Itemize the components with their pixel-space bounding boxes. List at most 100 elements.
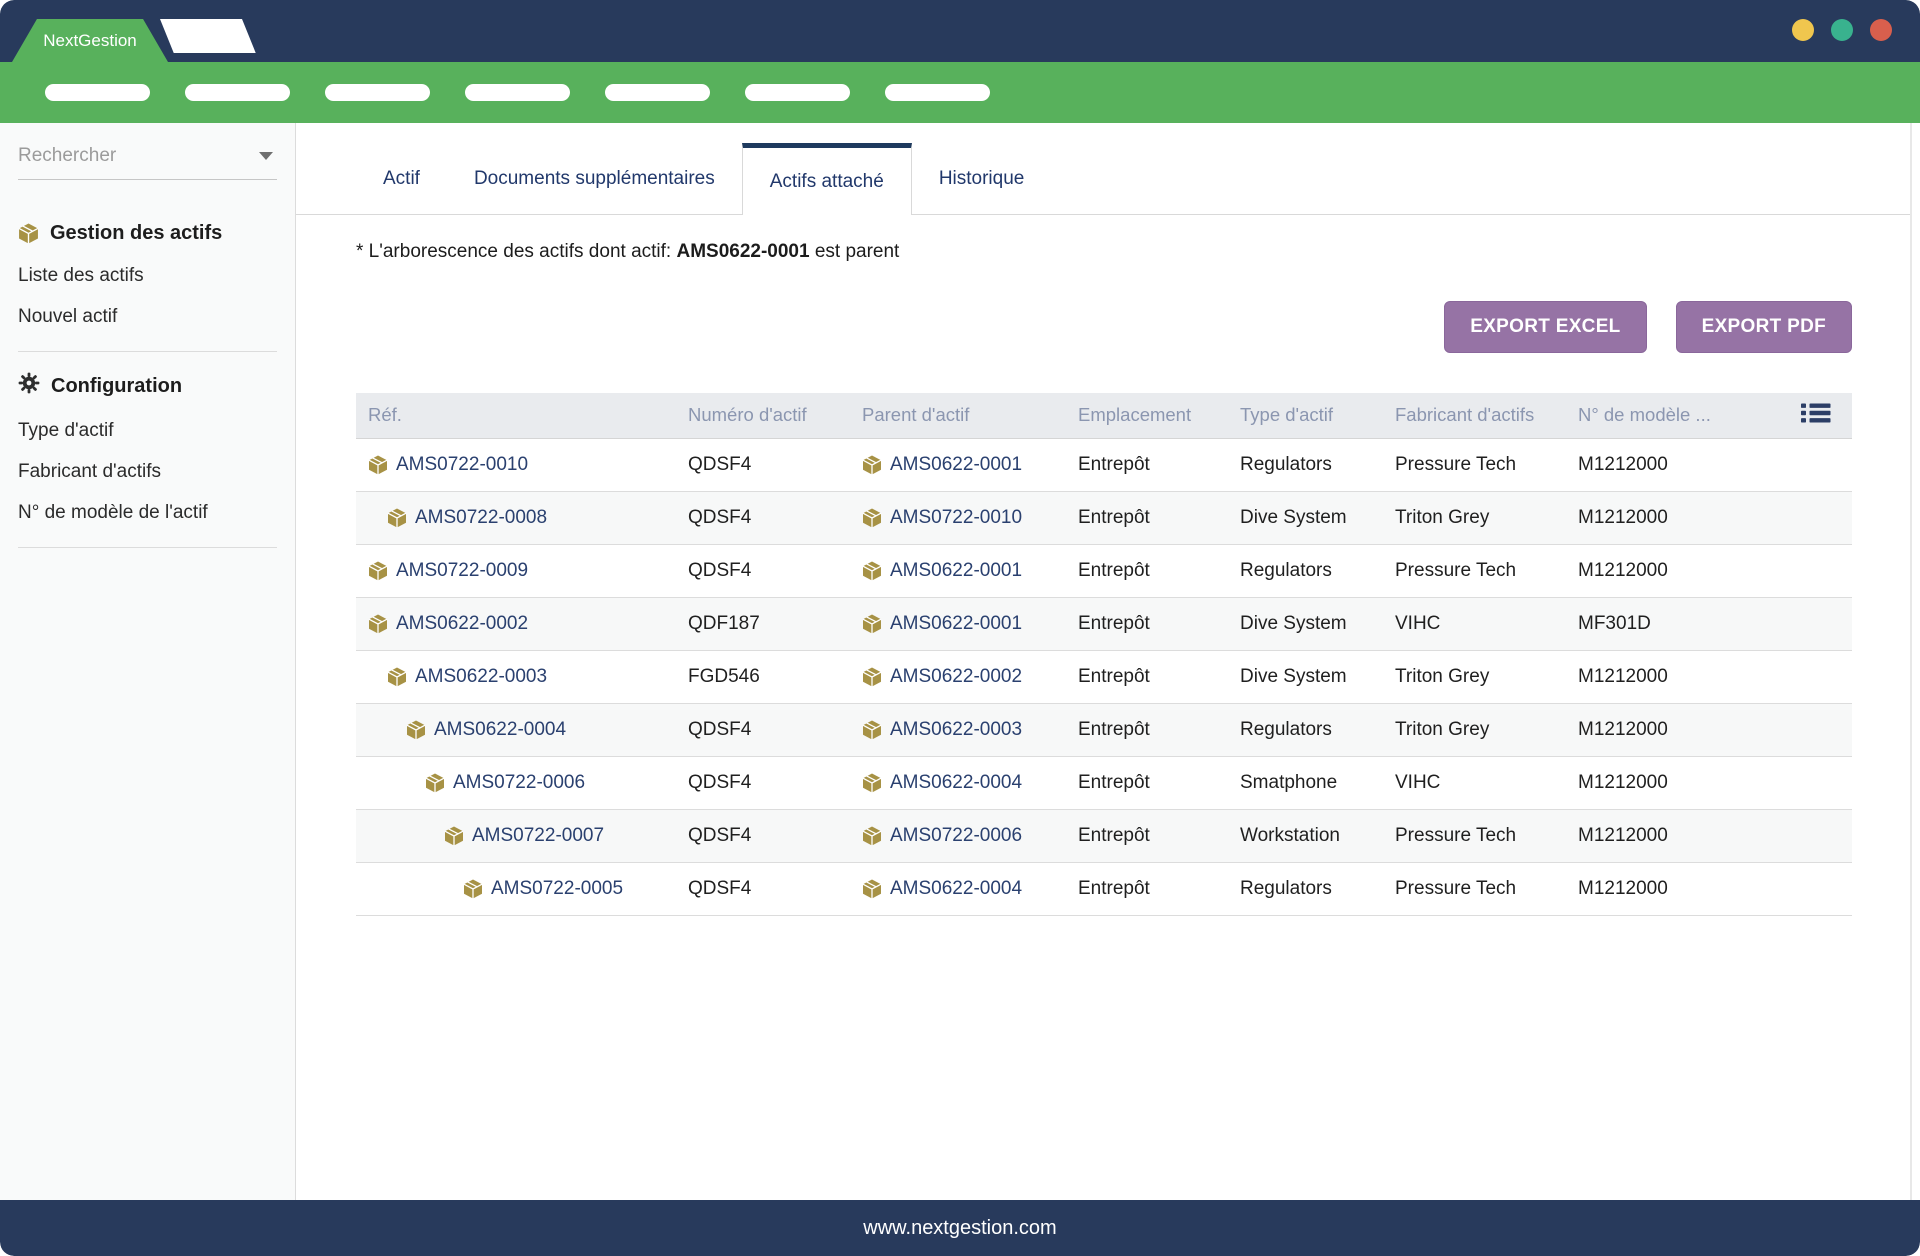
sidebar-divider: [18, 547, 277, 548]
table-row: AMS0622-0002 QDF187 AMS0622-0001 EntrepôtDi…: [356, 597, 1852, 650]
col-emplacement[interactable]: Emplacement: [1066, 393, 1228, 438]
table-body: AMS0722-0010QDSF4AMS0622-0001EntrepôtReg…: [356, 438, 1852, 915]
asset-ref-link[interactable]: AMS0622-0002: [396, 613, 528, 635]
emplacement-cell: Entrepôt: [1066, 756, 1228, 809]
col-type[interactable]: Type d'actif: [1228, 393, 1383, 438]
col-ref[interactable]: Réf.: [356, 393, 676, 438]
asset-ref-link[interactable]: AMS0722-0010: [396, 454, 528, 476]
parent-ref-link[interactable]: AMS0722-0010: [890, 507, 1022, 529]
box-icon: [368, 614, 388, 634]
nav-pill[interactable]: [885, 84, 990, 101]
box-icon: [406, 720, 426, 740]
asset-ref-link[interactable]: AMS0722-0008: [415, 507, 547, 529]
box-icon: [368, 561, 388, 581]
col-modele[interactable]: N° de modèle ...: [1566, 393, 1780, 438]
tab-historique[interactable]: Historique: [912, 143, 1052, 214]
tab-actif[interactable]: Actif: [356, 143, 447, 214]
box-icon: [444, 826, 464, 846]
sidebar-item-liste-des-actifs[interactable]: Liste des actifs: [18, 264, 277, 288]
modele-cell: M1212000: [1566, 756, 1780, 809]
modele-cell: MF301D: [1566, 597, 1780, 650]
box-icon: [862, 826, 882, 846]
table-row: AMS0722-0007QDSF4AMS0722-0006EntrepôtWor…: [356, 809, 1852, 862]
emplacement-cell: Entrepôt: [1066, 544, 1228, 597]
box-icon: [18, 223, 39, 244]
app-window: NextGestion Rechercher Gestio: [0, 0, 1920, 1256]
row-icon-cell: [1780, 544, 1852, 597]
close-button[interactable]: [1870, 19, 1892, 41]
asset-ref-link[interactable]: AMS0722-0007: [472, 825, 604, 847]
fabricant-cell: Pressure Tech: [1383, 809, 1566, 862]
parent-ref-link[interactable]: AMS0622-0001: [890, 454, 1022, 476]
section-configuration-title: Configuration: [18, 372, 277, 399]
export-excel-button[interactable]: EXPORT EXCEL: [1444, 301, 1646, 353]
box-icon: [463, 879, 483, 899]
tab-actifs-attache[interactable]: Actifs attaché: [742, 143, 912, 215]
asset-ref-link[interactable]: AMS0622-0004: [434, 719, 566, 741]
modele-cell: M1212000: [1566, 491, 1780, 544]
fabricant-cell: Triton Grey: [1383, 491, 1566, 544]
search-select[interactable]: Rechercher: [18, 137, 277, 180]
gear-icon: [18, 372, 40, 399]
sidebar-divider: [18, 351, 277, 352]
parent-ref-link[interactable]: AMS0722-0006: [890, 825, 1022, 847]
box-icon: [387, 508, 407, 528]
export-actions: EXPORT EXCEL EXPORT PDF: [356, 301, 1852, 353]
row-icon-cell: [1780, 491, 1852, 544]
list-icon: [1801, 407, 1831, 428]
row-icon-cell: [1780, 597, 1852, 650]
table-row: AMS0722-0006QDSF4AMS0622-0004EntrepôtSma…: [356, 756, 1852, 809]
table-row: AMS0722-0005QDSF4AMS0622-0004EntrepôtReg…: [356, 862, 1852, 915]
parent-ref-link[interactable]: AMS0622-0001: [890, 560, 1022, 582]
nav-pill[interactable]: [745, 84, 850, 101]
blank-tab[interactable]: [160, 19, 256, 53]
nav-pill[interactable]: [605, 84, 710, 101]
numero-cell: QDF187: [676, 597, 850, 650]
col-fabricant[interactable]: Fabricant d'actifs: [1383, 393, 1566, 438]
export-pdf-button[interactable]: EXPORT PDF: [1676, 301, 1852, 353]
parent-ref-link[interactable]: AMS0622-0003: [890, 719, 1022, 741]
col-parent[interactable]: Parent d'actif: [850, 393, 1066, 438]
tab-bar: Actif Documents supplémentaires Actifs a…: [296, 143, 1910, 215]
column-settings-button[interactable]: [1780, 393, 1852, 438]
tree-note: * L'arborescence des actifs dont actif: …: [356, 241, 1852, 263]
parent-ref-link[interactable]: AMS0622-0004: [890, 878, 1022, 900]
type-cell: Dive System: [1228, 597, 1383, 650]
asset-ref-link[interactable]: AMS0722-0009: [396, 560, 528, 582]
nav-pill[interactable]: [325, 84, 430, 101]
sidebar-item-type-dactif[interactable]: Type d'actif: [18, 419, 277, 443]
box-icon: [862, 879, 882, 899]
maximize-button[interactable]: [1831, 19, 1853, 41]
nav-pill[interactable]: [465, 84, 570, 101]
parent-ref-link[interactable]: AMS0622-0004: [890, 772, 1022, 794]
box-icon: [862, 667, 882, 687]
table-row: AMS0722-0008QDSF4AMS0722-0010EntrepôtDiv…: [356, 491, 1852, 544]
emplacement-cell: Entrepôt: [1066, 491, 1228, 544]
asset-ref-link[interactable]: AMS0622-0003: [415, 666, 547, 688]
box-icon: [862, 773, 882, 793]
tab-documents-supplementaires[interactable]: Documents supplémentaires: [447, 143, 742, 214]
section-gestion-title: Gestion des actifs: [18, 222, 277, 244]
nav-pill[interactable]: [45, 84, 150, 101]
asset-ref-link[interactable]: AMS0722-0006: [453, 772, 585, 794]
table-row: AMS0622-0004QDSF4AMS0622-0003EntrepôtReg…: [356, 703, 1852, 756]
parent-ref-link[interactable]: AMS0622-0001: [890, 613, 1022, 635]
box-icon: [425, 773, 445, 793]
type-cell: Workstation: [1228, 809, 1383, 862]
emplacement-cell: Entrepôt: [1066, 862, 1228, 915]
col-numero[interactable]: Numéro d'actif: [676, 393, 850, 438]
brand-tab[interactable]: NextGestion: [12, 19, 168, 62]
fabricant-cell: Pressure Tech: [1383, 438, 1566, 491]
nav-pill[interactable]: [185, 84, 290, 101]
emplacement-cell: Entrepôt: [1066, 809, 1228, 862]
sidebar-item-fabricant-dactifs[interactable]: Fabricant d'actifs: [18, 460, 277, 484]
parent-ref-link[interactable]: AMS0622-0002: [890, 666, 1022, 688]
numero-cell: QDSF4: [676, 438, 850, 491]
title-bar: NextGestion: [0, 0, 1920, 62]
type-cell: Dive System: [1228, 491, 1383, 544]
asset-ref-link[interactable]: AMS0722-0005: [491, 878, 623, 900]
sidebar-item-nouvel-actif[interactable]: Nouvel actif: [18, 305, 277, 329]
sidebar-item-n-de-modele[interactable]: N° de modèle de l'actif: [18, 501, 277, 525]
minimize-button[interactable]: [1792, 19, 1814, 41]
emplacement-cell: Entrepôt: [1066, 597, 1228, 650]
